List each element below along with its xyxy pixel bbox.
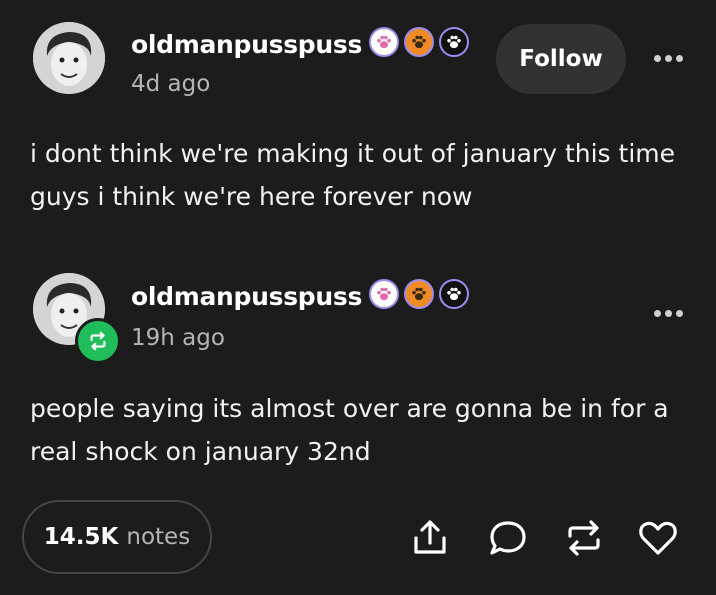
reblog-more-options-icon[interactable] <box>654 310 683 317</box>
more-options-icon[interactable] <box>654 55 683 62</box>
reblog-badge-icon <box>75 318 121 364</box>
reblog-user-badges <box>369 279 469 309</box>
notes-count: 14.5K <box>43 524 119 550</box>
paw-badge-pink-icon[interactable] <box>369 279 399 309</box>
notes-label: notes <box>126 524 191 550</box>
post-timestamp[interactable]: 4d ago <box>131 71 210 97</box>
reblog-username[interactable]: oldmanpusspuss <box>131 282 362 311</box>
like-heart-icon[interactable] <box>636 516 680 560</box>
paw-badge-black-icon[interactable] <box>439 27 469 57</box>
reblog-body: people saying its almost over are gonna … <box>30 394 669 466</box>
post-body: i dont think we're making it out of janu… <box>30 139 675 211</box>
reblog-timestamp[interactable]: 19h ago <box>131 325 225 351</box>
follow-button[interactable]: Follow <box>496 24 626 94</box>
paw-badge-pink-icon[interactable] <box>369 27 399 57</box>
paw-badge-black-icon[interactable] <box>439 279 469 309</box>
post-username[interactable]: oldmanpusspuss <box>131 30 362 59</box>
paw-badge-orange-icon[interactable] <box>404 279 434 309</box>
paw-badge-orange-icon[interactable] <box>404 27 434 57</box>
user-badges <box>369 27 469 57</box>
notes-button[interactable]: 14.5K notes <box>22 500 212 574</box>
avatar[interactable] <box>33 22 105 94</box>
reblog-icon[interactable] <box>562 516 606 560</box>
reply-icon[interactable] <box>486 516 530 560</box>
avatar-image <box>33 22 105 94</box>
share-icon[interactable] <box>408 516 452 560</box>
